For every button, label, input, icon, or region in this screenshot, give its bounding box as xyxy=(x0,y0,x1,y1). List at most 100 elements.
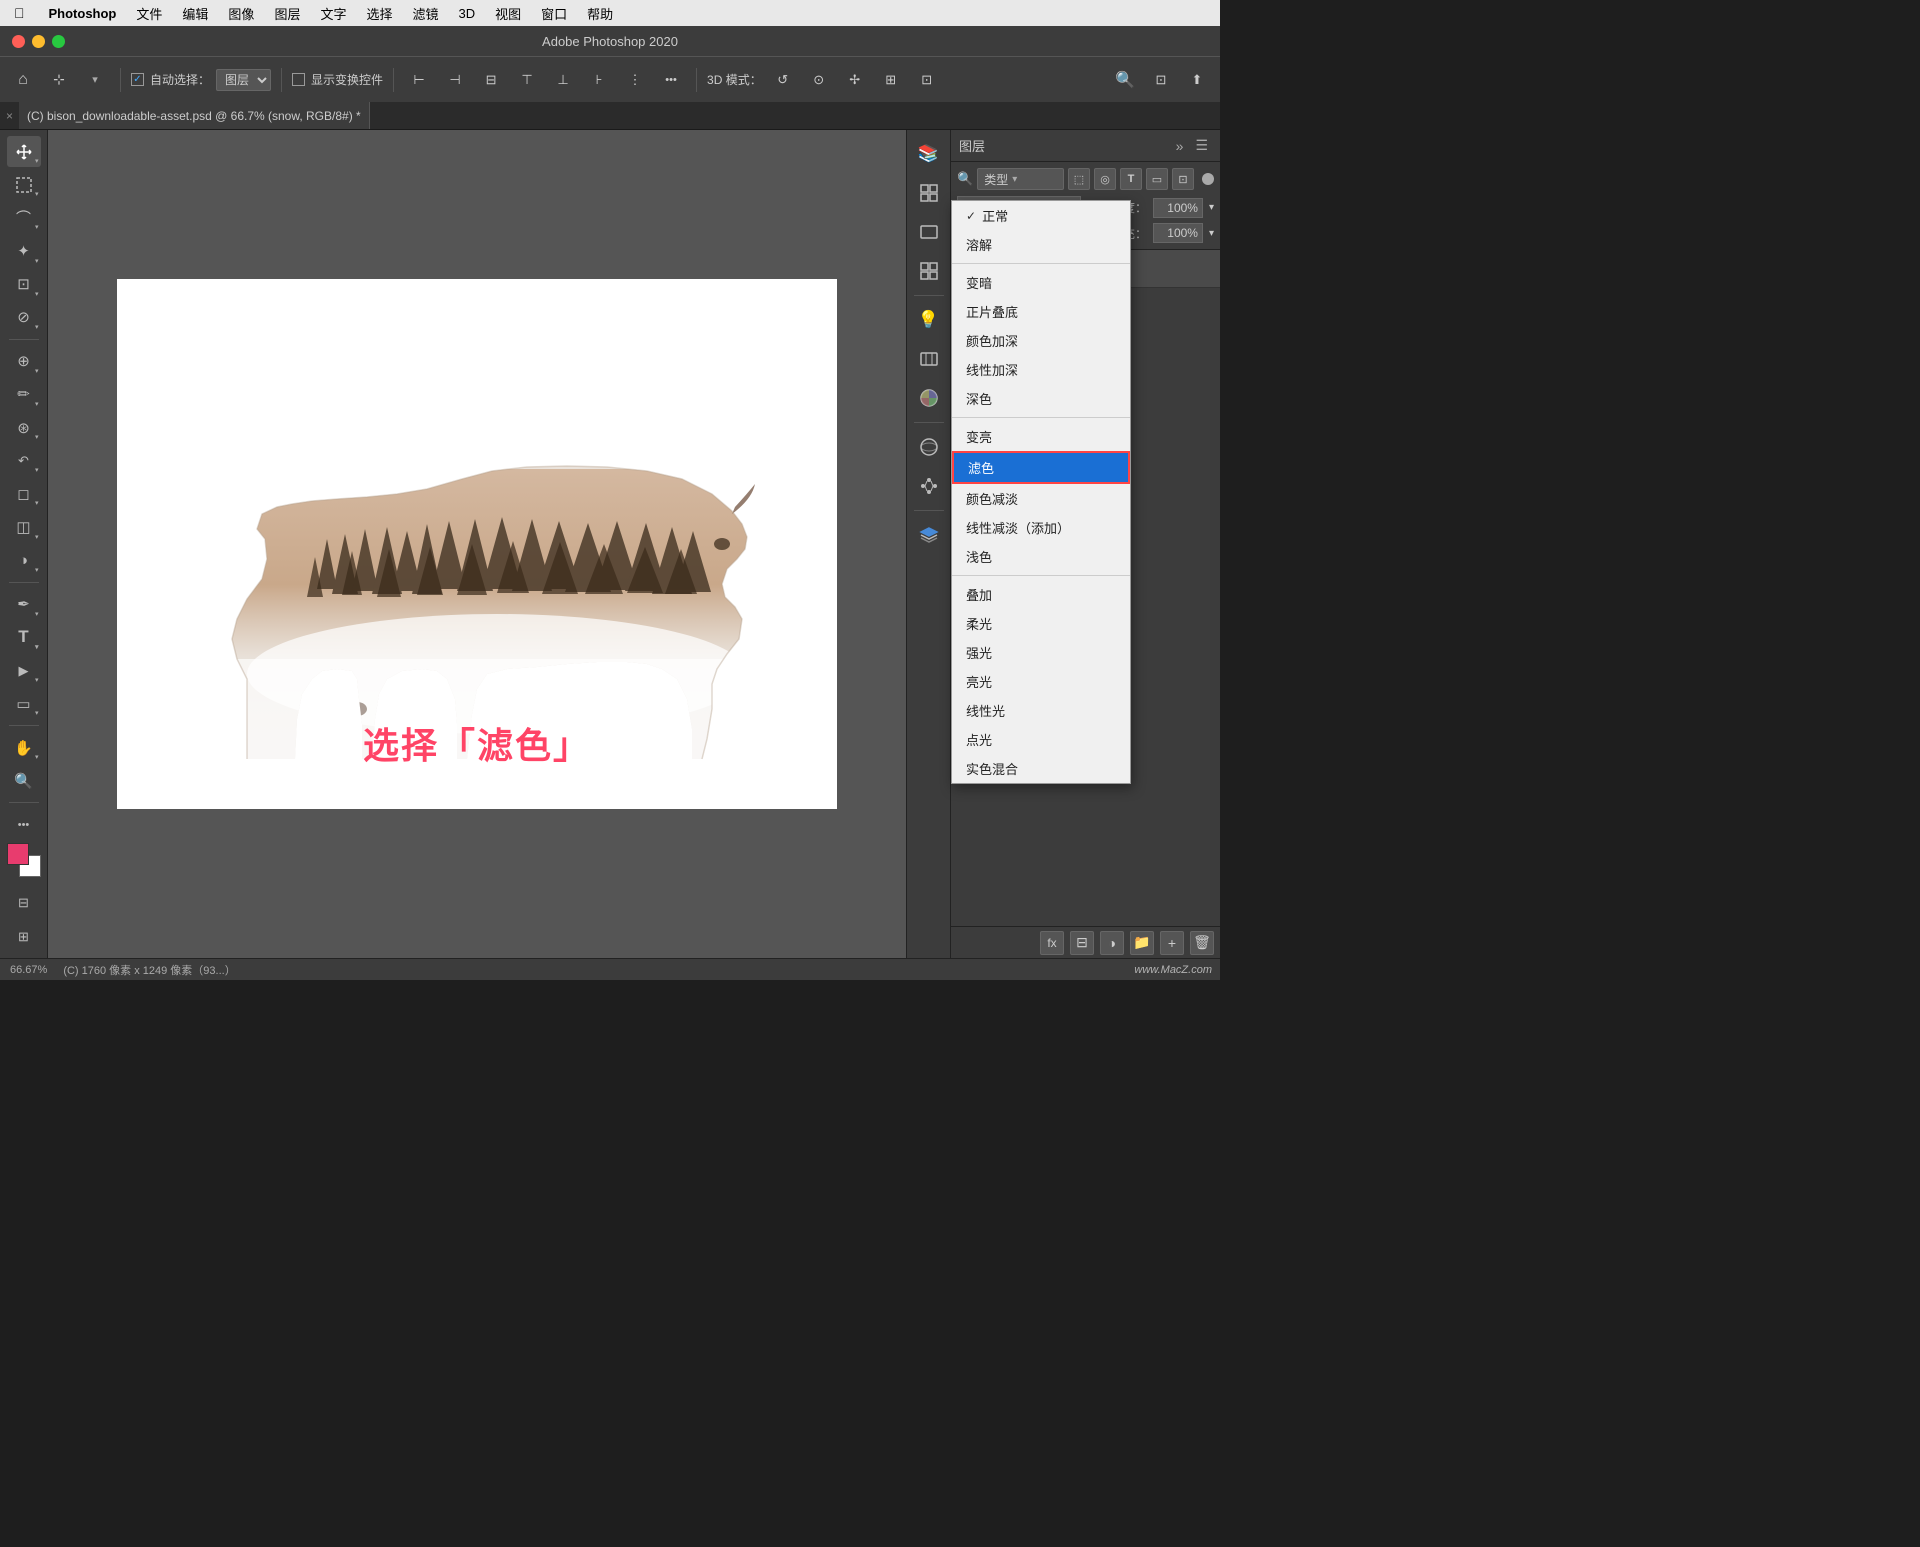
pen-tool[interactable]: ✒▾ xyxy=(7,589,41,620)
menu-window[interactable]: 窗口 xyxy=(537,2,571,25)
tab-close-button[interactable]: × xyxy=(0,109,19,123)
3d-object-icon[interactable] xyxy=(911,429,947,465)
more-tools-icon[interactable]: ••• xyxy=(7,809,41,840)
3d-slide-icon[interactable]: ⊞ xyxy=(876,65,906,95)
quick-mask-icon[interactable]: ⊟ xyxy=(7,888,41,919)
auto-select-checkbox[interactable] xyxy=(131,73,144,86)
active-tab[interactable]: (C) bison_downloadable-asset.psd @ 66.7%… xyxy=(19,102,370,129)
filter-type-dropdown[interactable]: ▾ xyxy=(1012,174,1017,185)
color-wheel-icon[interactable] xyxy=(911,380,947,416)
menu-text[interactable]: 文字 xyxy=(316,2,350,25)
blend-mode-screen[interactable]: 滤色 xyxy=(952,451,1130,484)
blend-mode-linear-burn[interactable]: 线性加深 xyxy=(952,355,1130,384)
node-graph-icon[interactable] xyxy=(911,468,947,504)
properties-icon[interactable] xyxy=(911,214,947,250)
blend-mode-lighter-color[interactable]: 浅色 xyxy=(952,542,1130,571)
3d-orbit-icon[interactable]: ⊙ xyxy=(804,65,834,95)
align-right-icon[interactable]: ⊟ xyxy=(476,65,506,95)
opacity-value[interactable]: 100% xyxy=(1153,198,1203,218)
arrange-icon[interactable]: ▾ xyxy=(80,65,110,95)
blend-mode-normal[interactable]: 正常 xyxy=(952,201,1130,230)
layers-filter-type[interactable]: 类型 ▾ xyxy=(977,168,1064,190)
new-layer-icon[interactable]: + xyxy=(1160,931,1184,955)
shape-tool[interactable]: ▭▾ xyxy=(7,688,41,719)
transform-checkbox[interactable] xyxy=(292,73,305,86)
3d-camera-icon[interactable]: ⊡ xyxy=(912,65,942,95)
home-icon[interactable]: ⌂ xyxy=(8,65,38,95)
apple-menu[interactable]:  xyxy=(10,3,29,23)
opacity-dropdown-arrow[interactable]: ▾ xyxy=(1209,202,1214,213)
zoom-tool[interactable]: 🔍 xyxy=(7,765,41,796)
brush-tool[interactable]: ✏▾ xyxy=(7,379,41,410)
menu-file[interactable]: 文件 xyxy=(132,2,166,25)
lasso-tool[interactable]: ⌒▾ xyxy=(7,202,41,233)
blend-mode-hard-light[interactable]: 强光 xyxy=(952,638,1130,667)
blend-mode-vivid-light[interactable]: 亮光 xyxy=(952,667,1130,696)
menu-filter[interactable]: 滤镜 xyxy=(408,2,442,25)
align-center-v-icon[interactable]: ⊥ xyxy=(548,65,578,95)
filter-smartobject-icon[interactable]: ⊡ xyxy=(1172,168,1194,190)
blend-mode-linear-light[interactable]: 线性光 xyxy=(952,696,1130,725)
filter-shape-icon[interactable]: ▭ xyxy=(1146,168,1168,190)
blend-mode-lighten[interactable]: 变亮 xyxy=(952,422,1130,451)
blend-mode-overlay[interactable]: 叠加 xyxy=(952,580,1130,609)
menu-photoshop[interactable]: Photoshop xyxy=(45,4,121,23)
menu-select[interactable]: 选择 xyxy=(362,2,396,25)
layers-menu-icon[interactable]: ☰ xyxy=(1191,135,1212,156)
search-icon[interactable]: 🔍 xyxy=(1110,65,1140,95)
layers-icon[interactable] xyxy=(911,517,947,553)
blend-mode-hard-mix[interactable]: 实色混合 xyxy=(952,754,1130,783)
healing-tool[interactable]: ⊕▾ xyxy=(7,346,41,377)
fill-dropdown-arrow[interactable]: ▾ xyxy=(1209,228,1214,239)
align-top-icon[interactable]: ⊤ xyxy=(512,65,542,95)
blend-mode-darker-color[interactable]: 深色 xyxy=(952,384,1130,413)
blend-mode-color-dodge[interactable]: 颜色减淡 xyxy=(952,484,1130,513)
3d-rotate-icon[interactable]: ↺ xyxy=(768,65,798,95)
gradient-tool[interactable]: ◫▾ xyxy=(7,511,41,542)
library-icon[interactable] xyxy=(911,175,947,211)
crop-tool[interactable]: ⊡▾ xyxy=(7,269,41,300)
move-tool-icon[interactable]: ⊹ xyxy=(44,65,74,95)
workspace-icon[interactable]: ⊡ xyxy=(1146,65,1176,95)
dodge-tool[interactable]: ◑▾ xyxy=(7,545,41,576)
menu-3d[interactable]: 3D xyxy=(455,4,480,23)
align-bottom-icon[interactable]: ⊦ xyxy=(584,65,614,95)
magic-wand-tool[interactable]: ✦▾ xyxy=(7,235,41,266)
blend-mode-dropdown[interactable]: 正常 溶解 变暗 正片叠底 颜色加深 线性加深 深色 xyxy=(951,200,1131,784)
add-layer-style-icon[interactable]: fx xyxy=(1040,931,1064,955)
eyedropper-tool[interactable]: ⊘▾ xyxy=(7,302,41,333)
menu-image[interactable]: 图像 xyxy=(224,2,258,25)
new-group-icon[interactable]: 📁 xyxy=(1130,931,1154,955)
blend-mode-darken[interactable]: 变暗 xyxy=(952,268,1130,297)
align-left-icon[interactable]: ⊢ xyxy=(404,65,434,95)
more-options-icon[interactable]: ••• xyxy=(656,65,686,95)
delete-layer-icon[interactable]: 🗑 xyxy=(1190,931,1214,955)
add-mask-icon[interactable]: ⊟ xyxy=(1070,931,1094,955)
blend-mode-pin-light[interactable]: 点光 xyxy=(952,725,1130,754)
blend-mode-color-burn[interactable]: 颜色加深 xyxy=(952,326,1130,355)
minimize-button[interactable] xyxy=(32,35,45,48)
adjustments-grid-icon[interactable] xyxy=(911,253,947,289)
distribute-icon[interactable]: ⋮ xyxy=(620,65,650,95)
menu-help[interactable]: 帮助 xyxy=(583,2,617,25)
blend-mode-multiply[interactable]: 正片叠底 xyxy=(952,297,1130,326)
path-select-tool[interactable]: ▶▾ xyxy=(7,655,41,686)
blend-mode-dissolve[interactable]: 溶解 xyxy=(952,230,1130,259)
filter-toggle[interactable] xyxy=(1202,173,1214,185)
eraser-tool[interactable]: ◻▾ xyxy=(7,478,41,509)
maximize-button[interactable] xyxy=(52,35,65,48)
text-tool[interactable]: T▾ xyxy=(7,622,41,653)
layer-select[interactable]: 图层 xyxy=(216,69,271,91)
align-center-h-icon[interactable]: ⊣ xyxy=(440,65,470,95)
filter-pixel-icon[interactable]: ⬚ xyxy=(1068,168,1090,190)
learn-icon[interactable]: 📚 xyxy=(911,136,947,172)
blend-mode-linear-dodge[interactable]: 线性减淡（添加） xyxy=(952,513,1130,542)
history-brush-tool[interactable]: ↶▾ xyxy=(7,445,41,476)
adjustment-icon[interactable] xyxy=(911,341,947,377)
3d-pan-icon[interactable]: ✢ xyxy=(840,65,870,95)
menu-edit[interactable]: 编辑 xyxy=(178,2,212,25)
filter-text-icon[interactable]: T xyxy=(1120,168,1142,190)
close-button[interactable] xyxy=(12,35,25,48)
filter-adjustment-icon[interactable]: ◎ xyxy=(1094,168,1116,190)
hand-tool[interactable]: ✋▾ xyxy=(7,732,41,763)
